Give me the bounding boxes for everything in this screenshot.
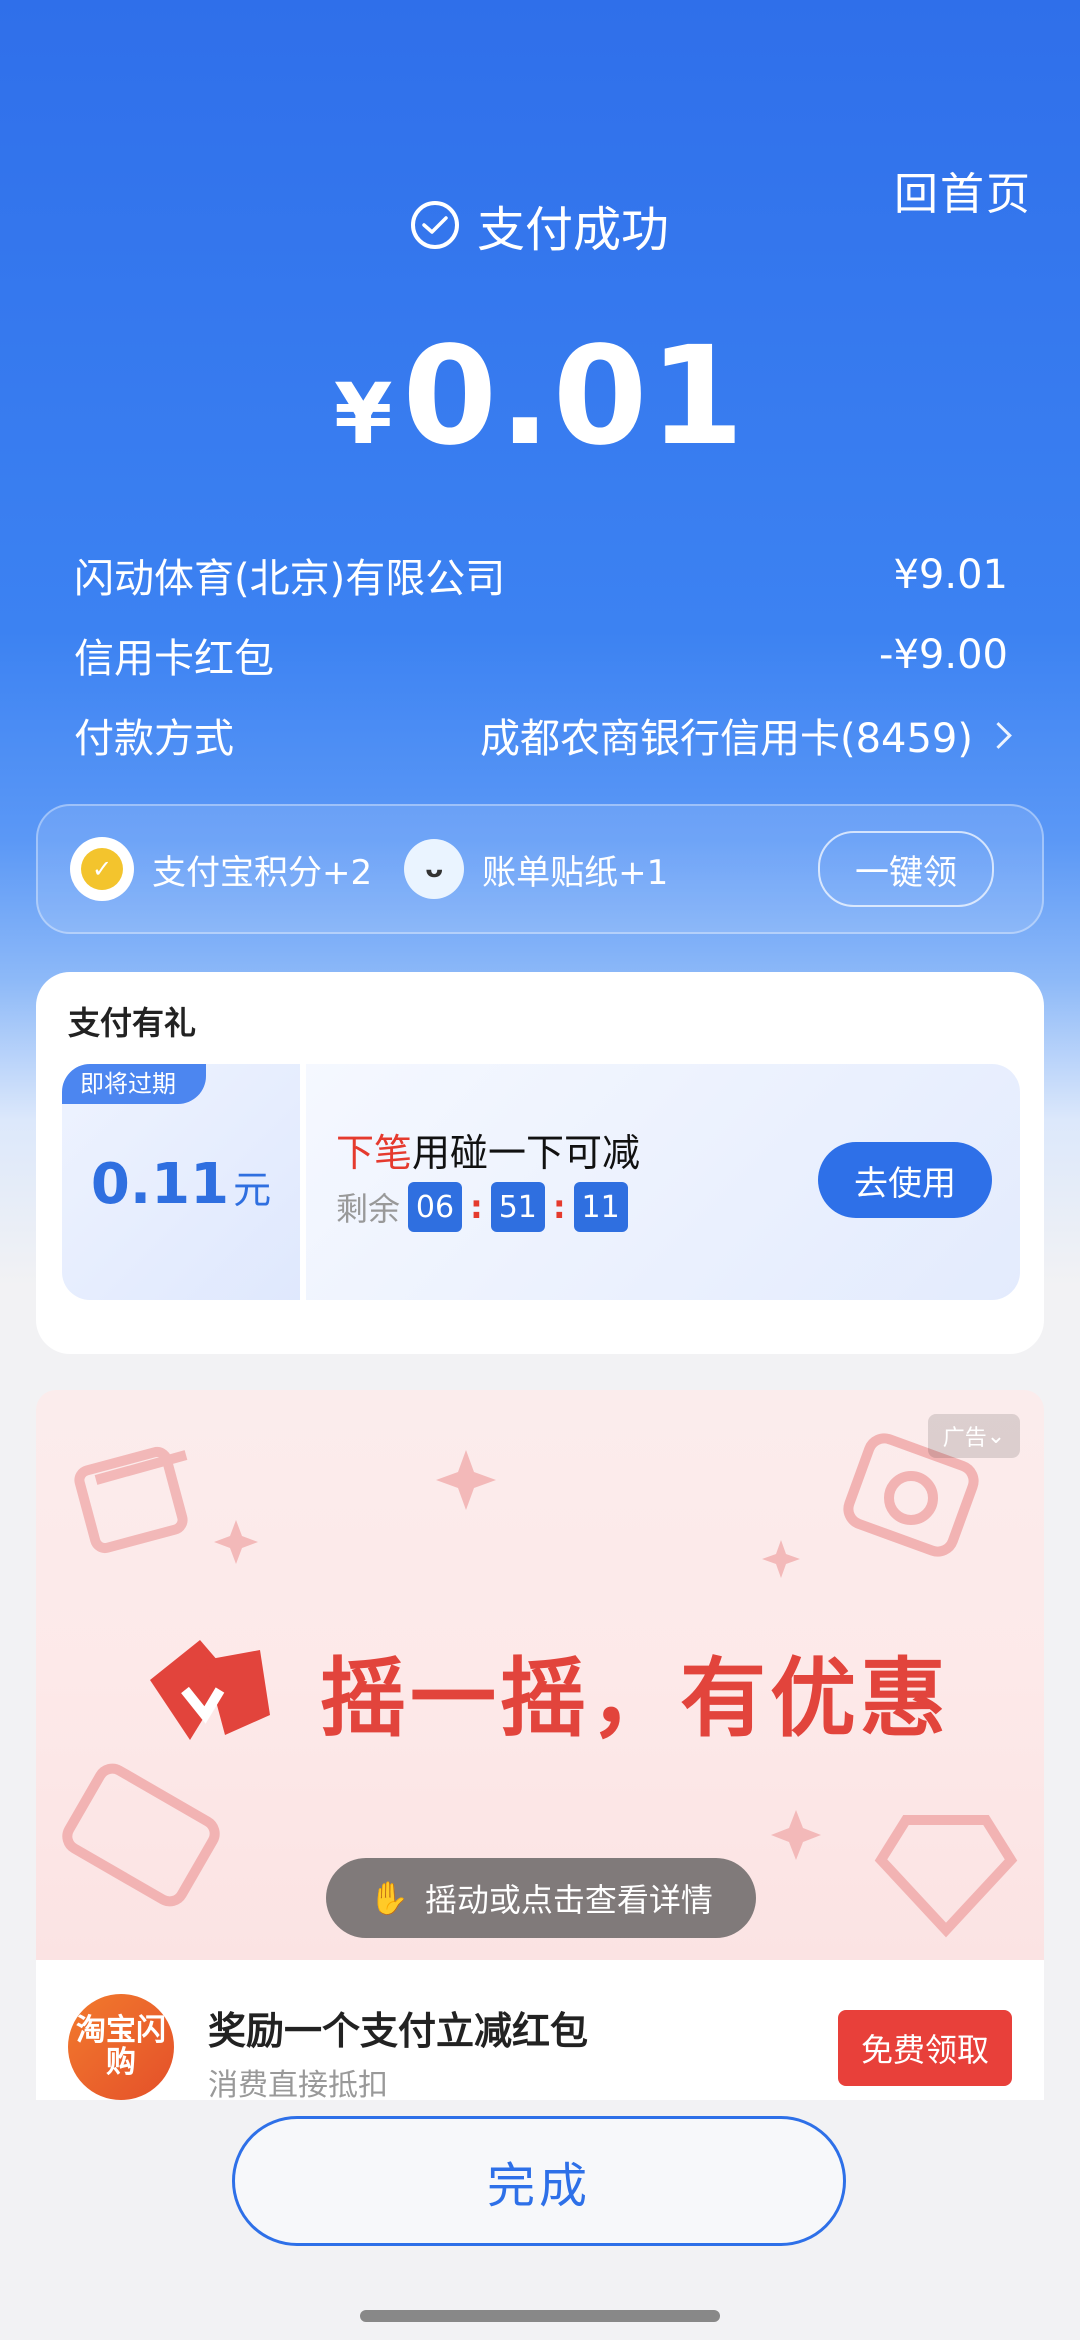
coupon-desc-rest: 用碰一下可减 [412,1131,641,1175]
shake-hint-pill[interactable]: ✋ 摇动或点击查看详情 [326,1858,756,1938]
coupon-value: 0.11 [90,1152,230,1217]
detail-row-payment-method[interactable]: 付款方式 成都农商银行信用卡(8459) [74,706,1012,764]
countdown-label: 剩余 [336,1190,401,1228]
countdown-separator: : [552,1188,566,1226]
detail-value: ¥9.01 [893,552,1008,598]
points-coin-icon: ✓ [70,837,134,901]
ad-tag-text: 广告 [942,1426,987,1451]
currency-symbol: ¥ [333,365,393,463]
reward-sticker-text: 账单贴纸+1 [482,852,669,893]
rewards-card: ✓ 支付宝积分+2 ᴗ 账单贴纸+1 一键领 [36,804,1044,934]
status-text: 支付成功 [476,202,669,258]
ad-offer-subtitle: 消费直接抵扣 [208,2068,388,2103]
countdown: 剩余 06 : 51 : 11 [336,1182,628,1232]
detail-value: -¥9.00 [879,632,1008,678]
home-indicator[interactable] [360,2310,720,2322]
ad-offer-row[interactable]: 淘宝闪购 奖励一个支付立减红包 消费直接抵扣 免费领取 [36,1960,1044,2103]
gift-title: 支付有礼 [68,1004,197,1042]
payment-status: 支付成功 [0,190,1080,260]
countdown-hours: 06 [408,1182,463,1232]
countdown-minutes: 51 [490,1182,545,1232]
ad-tag[interactable]: 广告 ⌄ [928,1414,1020,1458]
ad-offer-title: 奖励一个支付立减红包 [208,2009,589,2053]
taobao-logo: 淘宝闪购 [68,1994,174,2100]
reward-points: ✓ 支付宝积分+2 [70,837,372,901]
detail-label: 闪动体育(北京)有限公司 [74,556,506,602]
expire-tag: 即将过期 [62,1064,206,1104]
detail-row-credit-card-bonus: 信用卡红包 -¥9.00 [74,626,1008,684]
shake-logo-icon [150,1640,270,1740]
shake-hint-text: 摇动或点击查看详情 [424,1881,713,1919]
coupon-description: 下笔用碰一下可减 [336,1122,640,1177]
coupon-amount: 0.11 元 [62,1152,300,1217]
payment-method-value[interactable]: 成都农商银行信用卡(8459) [479,706,1012,764]
reward-sticker: ᴗ 账单贴纸+1 [404,839,668,899]
coupon-unit: 元 [233,1168,272,1212]
ad-banner[interactable]: 广告 ⌄ 摇一摇，有优惠 ✋ 摇动或点击查看详情 [36,1390,1044,1960]
payment-method-text: 成都农商银行信用卡(8459) [479,716,973,762]
done-button[interactable]: 完成 [232,2116,846,2246]
diamond-icon [874,1815,1018,1938]
detail-label: 信用卡红包 [74,636,274,682]
ad-headline: 摇一摇，有优惠 [36,1620,1044,1760]
coupon-desc-highlight: 下笔 [336,1131,413,1175]
shake-hand-icon: ✋ [369,1879,409,1917]
reward-points-text: 支付宝积分+2 [152,852,373,893]
use-coupon-button[interactable]: 去使用 [818,1142,992,1218]
check-circle-icon [410,201,459,249]
chevron-down-icon: ⌄ [986,1423,1006,1449]
chevron-right-icon [985,721,1012,749]
ad-headline-text: 摇一摇，有优惠 [320,1648,950,1749]
countdown-separator: : [470,1188,483,1226]
detail-row-merchant: 闪动体育(北京)有限公司 ¥9.01 [74,546,1008,604]
payment-amount: ¥ 0.01 [0,318,1080,476]
free-claim-button[interactable]: 免费领取 [838,2010,1012,2086]
gift-box-icon [74,1446,188,1554]
countdown-seconds: 11 [573,1182,628,1232]
ticket-icon [62,1763,220,1907]
detail-label: 付款方式 [74,716,234,762]
amount-value: 0.01 [402,318,746,476]
sticker-icon: ᴗ [404,839,465,899]
claim-all-button[interactable]: 一键领 [818,831,994,907]
